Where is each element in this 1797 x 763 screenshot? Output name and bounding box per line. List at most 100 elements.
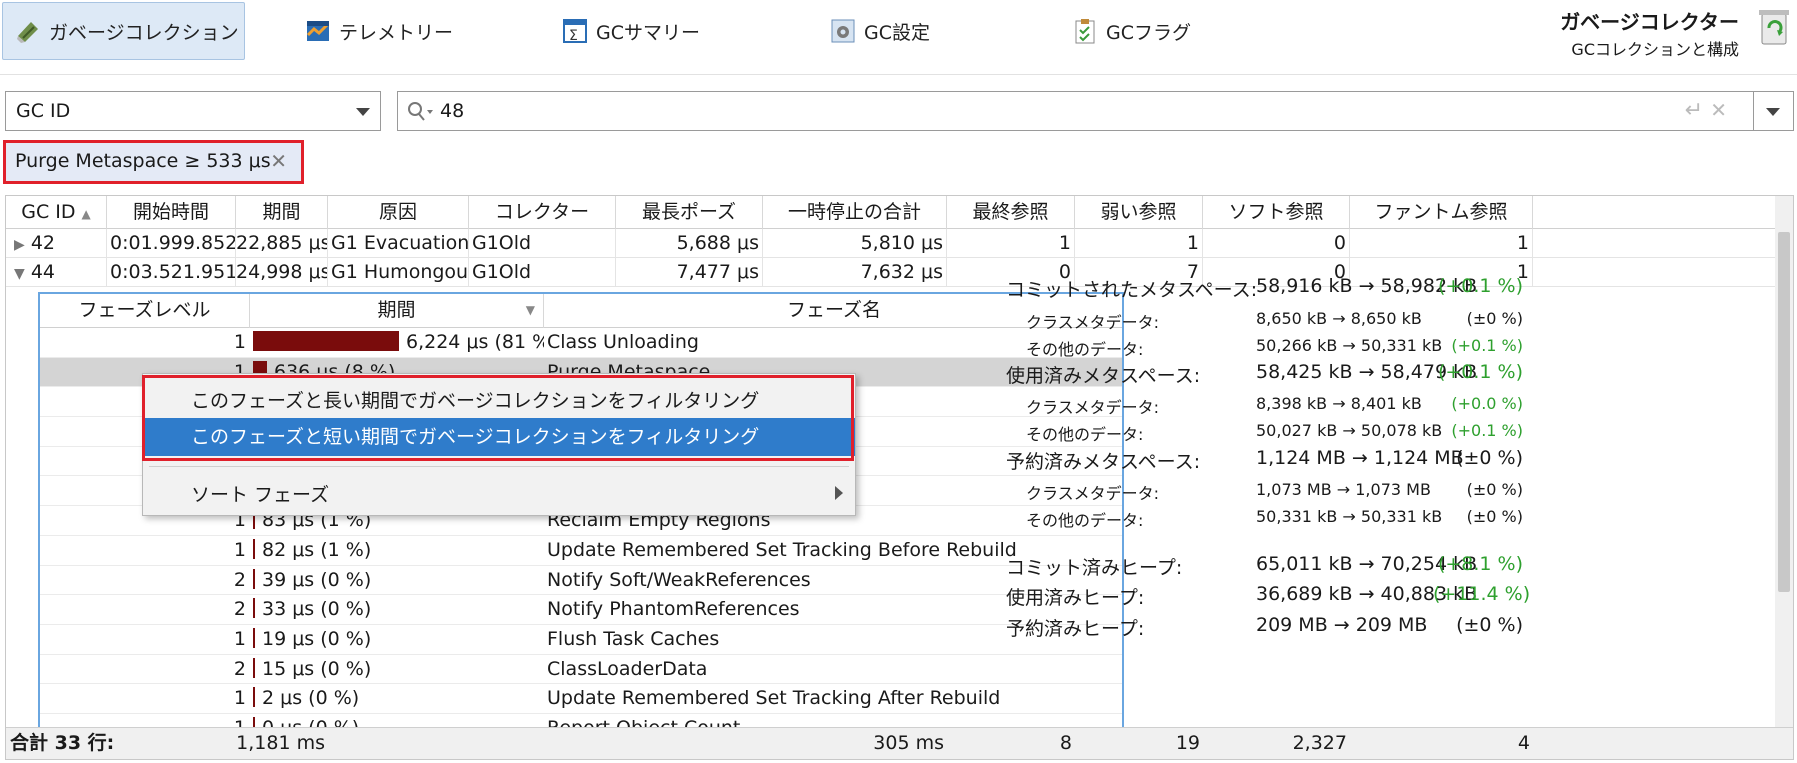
tab-label: ガベージコレクション	[49, 21, 239, 44]
column-header-cause[interactable]: 原因	[328, 196, 469, 229]
duration-bar	[253, 687, 255, 708]
summary-icon: Σ	[563, 19, 587, 44]
settings-icon	[831, 19, 855, 43]
stat-value: 50,027 kB → 50,078 kB	[1256, 421, 1443, 440]
stat-label: 予約済みメタスペース:	[1006, 451, 1201, 473]
tab-gc-summary[interactable]: Σ GCサマリー	[550, 2, 730, 60]
phase-row[interactable]: 2 15 μs (0 %) ClassLoaderData	[40, 655, 1122, 685]
phase-row[interactable]: 12 μs (0 %) Update Remembered Set Trackin…	[40, 684, 1122, 715]
tab-label: GC設定	[864, 21, 930, 44]
stat-delta: (+8.1 %)	[1437, 553, 1523, 575]
duration-bar	[253, 568, 255, 589]
stat-value: 8,650 kB → 8,650 kB	[1256, 309, 1422, 328]
stat-value: 8,398 kB → 8,401 kB	[1256, 394, 1422, 413]
phase-level: 2	[233, 657, 246, 680]
menu-item-sort-phases[interactable]: ソート フェーズ	[143, 476, 855, 514]
tab-label: GCフラグ	[1106, 21, 1191, 44]
collapse-icon[interactable]: ▼	[14, 266, 25, 282]
column-header-phantom-refs[interactable]: ファントム参照	[1350, 196, 1533, 229]
phase-table: フェーズレベル 期間 ▼ フェーズ名 1 6,224 μs (81 %) Class …	[38, 292, 1124, 752]
expand-icon[interactable]: ▶	[14, 237, 25, 253]
search-input[interactable]: 48 ↵ ✕	[397, 91, 1754, 131]
stat-label: コミットされたメタスペース:	[1006, 279, 1258, 301]
phase-duration: 15 μs (0 %)	[250, 655, 544, 684]
svg-text:Σ: Σ	[569, 28, 578, 44]
stat-delta: (±0 %)	[1466, 309, 1523, 328]
phase-level: 1	[233, 628, 246, 650]
telemetry-icon	[306, 21, 330, 41]
search-value: 48	[440, 100, 465, 122]
phase-table-header: フェーズレベル 期間 ▼ フェーズ名	[40, 294, 1122, 328]
stat-delta: (+0.1 %)	[1451, 336, 1523, 355]
separator	[0, 74, 1797, 75]
tab-label: テレメトリー	[339, 21, 454, 44]
phase-level: 1	[233, 331, 246, 353]
stat-label: その他のデータ:	[1026, 511, 1144, 530]
phase-row[interactable]: 1 82 μs (1 %) Update Remembered Set Tracki…	[40, 536, 1122, 566]
stat-delta: (±0 %)	[1466, 480, 1523, 499]
column-header-duration[interactable]: 期間	[236, 196, 328, 229]
tab-gc-settings[interactable]: GC設定	[818, 2, 968, 60]
recycle-bin-icon[interactable]	[1757, 6, 1791, 46]
phase-name: Update Remembered Set Tracking After Reb…	[547, 687, 1001, 710]
search-options-button[interactable]	[1754, 91, 1794, 131]
filter-field-select[interactable]: GC ID	[5, 91, 381, 131]
tab-label: GCサマリー	[596, 21, 700, 44]
stat-label: 使用済みヒープ:	[1006, 587, 1145, 609]
phase-level: 1	[233, 687, 246, 710]
stat-delta: (±0 %)	[1456, 614, 1523, 636]
phase-row[interactable]: 2 39 μs (0 %) Notify Soft/WeakReferences	[40, 566, 1122, 596]
table-row[interactable]: ▶ 42 0:01.999.852 [... 22,885 μs G1 Evac…	[6, 229, 1793, 258]
chevron-down-icon	[1766, 108, 1780, 116]
menu-separator	[149, 466, 849, 467]
phase-duration: 19 μs (0 %)	[250, 625, 544, 654]
highlight-box	[142, 375, 854, 461]
stat-value: 50,331 kB → 50,331 kB	[1256, 507, 1443, 526]
flags-icon	[1075, 19, 1095, 44]
column-header-phase-duration[interactable]: 期間 ▼	[250, 294, 544, 328]
column-header-final-refs[interactable]: 最終参照	[947, 196, 1075, 229]
stat-delta: (±0 %)	[1466, 507, 1523, 526]
chevron-down-icon	[356, 108, 370, 116]
tab-gc-flags[interactable]: GCフラグ	[1060, 2, 1210, 60]
stat-delta: (+0.1 %)	[1437, 361, 1523, 383]
clear-icon[interactable]: ✕	[1710, 98, 1727, 122]
stat-label: クラスメタデータ:	[1026, 398, 1160, 417]
close-icon[interactable]: ✕	[270, 149, 287, 173]
stat-delta: (+11.4 %)	[1433, 583, 1531, 605]
column-header-phase-level[interactable]: フェーズレベル	[40, 294, 250, 328]
stat-label: 使用済みメタスペース:	[1006, 365, 1201, 387]
phase-level: 1	[233, 538, 246, 561]
phase-duration: 2 μs (0 %)	[250, 684, 544, 713]
phase-duration: 82 μs (1 %)	[250, 536, 544, 565]
phase-row[interactable]: 1 6,224 μs (81 %) Class Unloading	[40, 328, 1122, 358]
tab-telemetry[interactable]: テレメトリー	[293, 2, 493, 60]
phase-row[interactable]: 1 19 μs (0 %) Flush Task Caches	[40, 625, 1122, 655]
column-header-gc-id[interactable]: GC ID ▲	[6, 196, 107, 229]
column-header-total-pause[interactable]: 一時停止の合計	[763, 196, 947, 229]
table-row[interactable]: ▼ 44 0:03.521.951 [... 24,998 μs G1 Humo…	[6, 258, 1793, 287]
vertical-scrollbar[interactable]	[1775, 196, 1793, 759]
phase-name: ClassLoaderData	[547, 657, 708, 680]
return-icon[interactable]: ↵	[1685, 98, 1703, 123]
view-subtitle: GCコレクションと構成	[1571, 40, 1739, 59]
column-header-start-time[interactable]: 開始時間	[107, 196, 236, 229]
phase-level: 2	[233, 598, 246, 621]
column-header-collector[interactable]: コレクター	[469, 196, 616, 229]
phase-row[interactable]: 2 33 μs (0 %) Notify PhantomReferences	[40, 595, 1122, 625]
gc-icon	[17, 22, 38, 43]
phase-duration: 33 μs (0 %)	[250, 595, 544, 624]
stat-label: その他のデータ:	[1026, 340, 1144, 359]
stat-delta: (±0 %)	[1456, 447, 1523, 469]
column-header-soft-refs[interactable]: ソフト参照	[1203, 196, 1350, 229]
column-header-longest-pause[interactable]: 最長ポーズ	[616, 196, 763, 229]
view-title: ガベージコレクター	[1560, 10, 1739, 34]
search-icon	[408, 102, 433, 121]
filter-chip[interactable]: Purge Metaspace ≥ 533 μs ✕	[3, 140, 304, 184]
stat-delta: (+0.0 %)	[1451, 394, 1523, 413]
table-header: GC ID ▲ 開始時間 期間 原因 コレクター 最長ポーズ 一時停止の合計 最…	[6, 196, 1793, 229]
tab-garbage-collection[interactable]: ガベージコレクション	[2, 2, 245, 60]
stat-label: クラスメタデータ:	[1026, 484, 1160, 503]
column-header-weak-refs[interactable]: 弱い参照	[1075, 196, 1203, 229]
duration-bar	[253, 657, 255, 678]
